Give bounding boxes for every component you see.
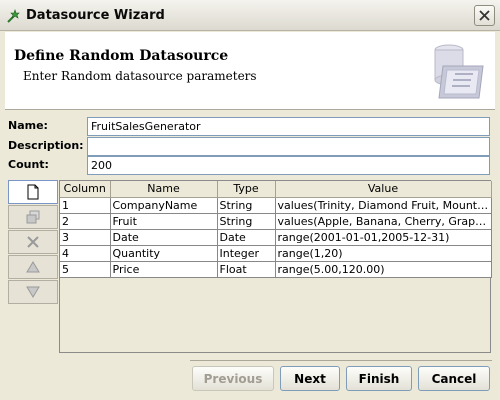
cell-type[interactable]: Date: [217, 229, 276, 246]
page-title: Define Random Datasource: [14, 48, 229, 64]
move-up-icon: [26, 261, 40, 273]
description-row: Description:: [8, 137, 494, 156]
name-row: Name: FruitSalesGenerator: [8, 117, 494, 136]
wizard-header: Define Random Datasource Enter Random da…: [5, 32, 495, 110]
description-field[interactable]: [87, 137, 490, 156]
title-bar[interactable]: Datasource Wizard: [0, 0, 500, 31]
copy-icon: [26, 210, 40, 224]
cell-type[interactable]: String: [217, 197, 276, 214]
count-field[interactable]: 200: [87, 156, 490, 175]
window-title: Datasource Wizard: [26, 8, 165, 23]
column-header-value[interactable]: Value: [275, 181, 492, 198]
count-row: Count: 200: [8, 156, 494, 175]
cell-name[interactable]: Date: [110, 229, 218, 246]
copy-column-button[interactable]: [8, 205, 58, 229]
move-up-button[interactable]: [8, 255, 58, 279]
table-row[interactable]: 3 Date Date range(2001-01-01,2005-12-31): [60, 229, 492, 246]
button-separator: [190, 360, 492, 361]
cell-name[interactable]: Fruit: [110, 213, 218, 230]
database-icon: [434, 44, 484, 99]
cell-column[interactable]: 4: [60, 245, 111, 262]
columns-table[interactable]: Column Name Type Value 1 CompanyName Str…: [59, 180, 492, 353]
cell-column[interactable]: 2: [60, 213, 111, 230]
column-toolbar: [8, 180, 58, 305]
close-icon: [479, 10, 490, 21]
cell-type[interactable]: String: [217, 213, 276, 230]
page-subtitle: Enter Random datasource parameters: [23, 69, 257, 83]
table-row[interactable]: 1 CompanyName String values(Trinity, Dia…: [60, 197, 492, 214]
name-label: Name:: [8, 119, 48, 132]
cell-name[interactable]: CompanyName: [110, 197, 218, 214]
table-row[interactable]: 2 Fruit String values(Apple, Banana, Che…: [60, 213, 492, 230]
cell-name[interactable]: Price: [110, 261, 218, 278]
new-column-button[interactable]: [8, 180, 58, 204]
wizard-icon: [7, 9, 20, 23]
cell-value[interactable]: range(5.00,120.00): [275, 261, 492, 278]
close-button[interactable]: [474, 5, 495, 26]
cell-name[interactable]: Quantity: [110, 245, 218, 262]
cell-column[interactable]: 5: [60, 261, 111, 278]
table-header-row: Column Name Type Value: [60, 181, 492, 198]
cell-type[interactable]: Float: [217, 261, 276, 278]
previous-button[interactable]: Previous: [192, 366, 274, 391]
cell-type[interactable]: Integer: [217, 245, 276, 262]
table-row[interactable]: 5 Price Float range(5.00,120.00): [60, 261, 492, 278]
finish-button[interactable]: Finish: [346, 366, 412, 391]
description-label: Description:: [8, 139, 84, 152]
column-header-column[interactable]: Column: [60, 181, 111, 198]
delete-icon: [27, 236, 39, 248]
move-down-icon: [26, 286, 40, 298]
count-label: Count:: [8, 158, 49, 171]
move-down-button[interactable]: [8, 280, 58, 304]
cell-value[interactable]: values(Apple, Banana, Cherry, Grape, Ora…: [275, 213, 492, 230]
column-header-type[interactable]: Type: [217, 181, 276, 198]
cell-value[interactable]: range(1,20): [275, 245, 492, 262]
new-icon: [27, 184, 39, 200]
name-field[interactable]: FruitSalesGenerator: [87, 117, 490, 136]
next-button[interactable]: Next: [280, 366, 340, 391]
cell-column[interactable]: 3: [60, 229, 111, 246]
cancel-button[interactable]: Cancel: [418, 366, 490, 391]
delete-column-button[interactable]: [8, 230, 58, 254]
table-row[interactable]: 4 Quantity Integer range(1,20): [60, 245, 492, 262]
cell-column[interactable]: 1: [60, 197, 111, 214]
cell-value[interactable]: values(Trinity, Diamond Fruit, Mountain: [275, 197, 492, 214]
column-header-name[interactable]: Name: [110, 181, 218, 198]
cell-value[interactable]: range(2001-01-01,2005-12-31): [275, 229, 492, 246]
